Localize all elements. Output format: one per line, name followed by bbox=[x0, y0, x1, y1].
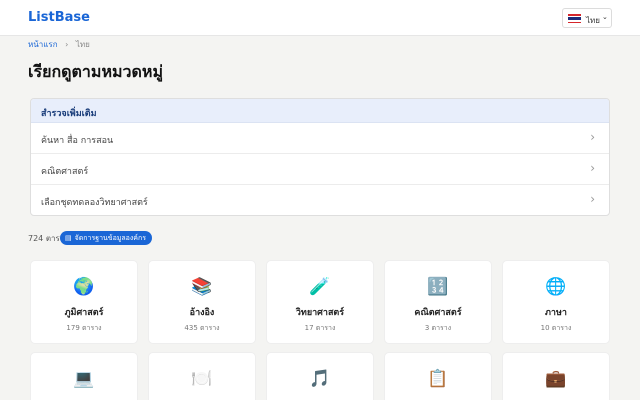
category-count: 179 ตาราง bbox=[66, 324, 102, 332]
category-card-reference[interactable]: 📚 อ้างอิง 435 ตาราง bbox=[148, 260, 256, 344]
chevron-right-icon: › bbox=[590, 192, 595, 206]
explore-item[interactable]: คณิตศาสตร์ › bbox=[31, 154, 609, 185]
chevron-right-icon: › bbox=[590, 130, 595, 144]
globe-grid-icon: 🌐 bbox=[545, 277, 567, 297]
category-name: คณิตศาสตร์ bbox=[414, 308, 462, 318]
database-icon: ▤ bbox=[65, 234, 72, 242]
laptop-icon: 💻 bbox=[73, 369, 95, 389]
thai-flag-icon bbox=[568, 14, 581, 23]
category-card-mathematics[interactable]: 🔢 คณิตศาสตร์ 3 ตาราง bbox=[384, 260, 492, 344]
breadcrumb-separator: › bbox=[65, 40, 69, 49]
explore-item-label: คณิตศาสตร์ bbox=[41, 167, 89, 177]
explore-item[interactable]: เลือกชุดทดลองวิทยาศาสตร์ › bbox=[31, 185, 609, 215]
explore-panel: สำรวจเพิ่มเติม ค้นหา สื่อ การสอน › คณิตศ… bbox=[30, 98, 610, 216]
category-card-science[interactable]: 🧪 วิทยาศาสตร์ 17 ตาราง bbox=[266, 260, 374, 344]
globe-icon: 🌍 bbox=[73, 277, 95, 297]
category-name: อ้างอิง bbox=[189, 308, 215, 318]
breadcrumb: หน้าแรก › ไทย bbox=[28, 38, 90, 51]
breadcrumb-current: ไทย bbox=[75, 40, 90, 49]
category-name: ภูมิศาสตร์ bbox=[64, 308, 104, 318]
chevron-right-icon: › bbox=[590, 161, 595, 175]
explore-heading: สำรวจเพิ่มเติม bbox=[31, 99, 609, 123]
chevron-down-icon: ⌄ bbox=[602, 13, 608, 21]
language-selector[interactable]: ไทย ⌄ bbox=[562, 8, 612, 28]
category-name: วิทยาศาสตร์ bbox=[295, 308, 345, 318]
top-bar: ListBase ไทย ⌄ bbox=[0, 0, 640, 36]
explore-item-label: ค้นหา สื่อ การสอน bbox=[41, 136, 114, 146]
breadcrumb-home[interactable]: หน้าแรก bbox=[28, 40, 58, 49]
category-card[interactable]: 📋 bbox=[384, 352, 492, 400]
page-title: เรียกดูตามหมวดหมู่ bbox=[28, 62, 163, 81]
category-card[interactable]: 🍽️ bbox=[148, 352, 256, 400]
category-card[interactable]: 🎵 bbox=[266, 352, 374, 400]
category-count: 10 ตาราง bbox=[540, 324, 572, 332]
test-tube-icon: 🧪 bbox=[309, 277, 331, 297]
logo[interactable]: ListBase bbox=[28, 10, 90, 25]
clipboard-icon: 📋 bbox=[427, 369, 449, 389]
badge-label: จัดการฐานข้อมูลองค์กร bbox=[74, 234, 146, 242]
category-card[interactable]: 💼 bbox=[502, 352, 610, 400]
category-count: 435 ตาราง bbox=[184, 324, 220, 332]
category-card-geography[interactable]: 🌍 ภูมิศาสตร์ 179 ตาราง bbox=[30, 260, 138, 344]
numbers-icon: 🔢 bbox=[427, 277, 449, 297]
plate-icon: 🍽️ bbox=[191, 369, 213, 389]
explore-item-label: เลือกชุดทดลองวิทยาศาสตร์ bbox=[41, 198, 148, 208]
explore-item[interactable]: ค้นหา สื่อ การสอน › bbox=[31, 123, 609, 154]
manage-database-badge[interactable]: ▤ จัดการฐานข้อมูลองค์กร bbox=[60, 231, 152, 245]
category-count: 3 ตาราง bbox=[424, 324, 452, 332]
books-icon: 📚 bbox=[191, 277, 213, 297]
category-card-language[interactable]: 🌐 ภาษา 10 ตาราง bbox=[502, 260, 610, 344]
briefcase-icon: 💼 bbox=[545, 369, 567, 389]
category-name: ภาษา bbox=[545, 308, 567, 318]
music-note-icon: 🎵 bbox=[309, 369, 331, 389]
language-label: ไทย bbox=[586, 16, 600, 25]
category-count: 17 ตาราง bbox=[304, 324, 336, 332]
category-card[interactable]: 💻 bbox=[30, 352, 138, 400]
